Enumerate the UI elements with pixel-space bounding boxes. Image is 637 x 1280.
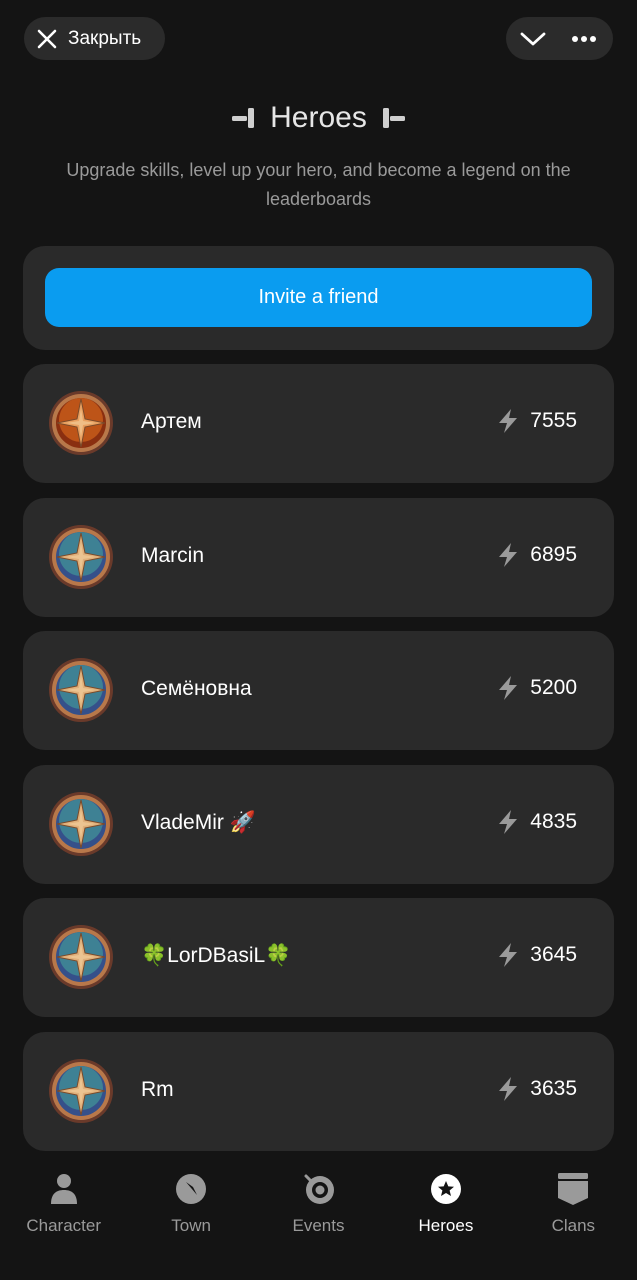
page-subtitle: Upgrade skills, level up your hero, and …: [66, 160, 571, 209]
tab-town[interactable]: Town: [127, 1160, 254, 1280]
hero-name: Семёновна: [141, 677, 252, 700]
tab-label: Town: [171, 1216, 211, 1235]
hero-row[interactable]: Marcin 6895: [23, 497, 614, 617]
invite-friend-button[interactable]: Invite a friend: [45, 268, 592, 327]
tab-label: Heroes: [418, 1216, 474, 1235]
tab-label: Clans: [551, 1216, 596, 1235]
hero-row[interactable]: VladeMir 🚀 4835: [23, 764, 614, 884]
lightning-icon: [499, 542, 518, 567]
page-title: Heroes: [270, 101, 367, 134]
hero-score: 5200: [496, 675, 577, 701]
hero-row[interactable]: Rm 3635: [23, 1031, 614, 1151]
hero-score: 4835: [496, 809, 577, 835]
hero-name: Артем: [141, 410, 202, 433]
hero-avatar: [48, 924, 114, 990]
hero-avatar: [48, 1058, 114, 1124]
banner-icon: [558, 1173, 589, 1205]
page-title-row: Heroes: [0, 96, 637, 140]
tab-events[interactable]: Events: [255, 1160, 382, 1280]
tab-heroes[interactable]: Heroes: [382, 1160, 509, 1280]
hero-name: Rm: [141, 1077, 174, 1101]
lightning-icon: [499, 409, 518, 433]
hero-avatar: [48, 524, 114, 590]
compass-icon: [176, 1174, 207, 1204]
score-value: 5200: [530, 676, 577, 699]
menu-pill: [506, 17, 613, 60]
score-value: 3645: [530, 943, 577, 966]
hero-name: Marcin: [141, 543, 205, 567]
dumbbell-right-icon: [382, 108, 405, 128]
tab-clans[interactable]: Clans: [510, 1160, 637, 1280]
hero-name: VladeMir 🚀: [141, 810, 256, 834]
score-value: 6895: [530, 542, 577, 566]
hero-avatar: [48, 657, 114, 723]
score-value: 3635: [530, 1076, 577, 1100]
leaderboard-list: Артем 7555 Marcin 6895 Семёновна 5200 Vl…: [23, 364, 614, 1165]
hero-score: 7555: [496, 408, 577, 434]
dumbbell-left-icon: [232, 108, 255, 128]
close-icon: [37, 29, 57, 48]
hero-row[interactable]: Артем 7555: [23, 364, 614, 483]
tab-character[interactable]: Character: [0, 1160, 127, 1280]
chevron-down-icon: [520, 32, 546, 45]
tab-label: Events: [292, 1216, 345, 1235]
lightning-icon: [499, 809, 518, 834]
hero-score: 3645: [496, 942, 577, 968]
more-button[interactable]: [569, 24, 599, 54]
collapse-button[interactable]: [518, 24, 548, 54]
lightning-icon: [499, 676, 518, 700]
target-icon: [304, 1174, 334, 1204]
person-icon: [50, 1174, 77, 1204]
star-icon: [430, 1174, 461, 1204]
hero-row[interactable]: 🍀LorDBasiL🍀 3645: [23, 898, 614, 1017]
tab-label: Character: [26, 1216, 102, 1235]
hero-name: 🍀LorDBasiL🍀: [141, 944, 292, 967]
close-button[interactable]: Закрыть: [24, 17, 165, 60]
hero-avatar: [48, 791, 114, 857]
invite-card: Invite a friend: [23, 246, 614, 350]
hero-score: 6895: [496, 542, 577, 568]
top-bar: Закрыть: [0, 0, 637, 78]
hero-score: 3635: [496, 1076, 577, 1102]
close-label: Закрыть: [68, 27, 142, 49]
score-value: 4835: [530, 809, 577, 833]
hero-avatar: [48, 390, 114, 456]
lightning-icon: [499, 1076, 518, 1101]
more-icon: [572, 35, 596, 42]
hero-row[interactable]: Семёновна 5200: [23, 631, 614, 750]
bottom-tab-bar: Character Town Events Heroes Clans: [0, 1160, 637, 1280]
lightning-icon: [499, 943, 518, 967]
score-value: 7555: [530, 409, 577, 432]
